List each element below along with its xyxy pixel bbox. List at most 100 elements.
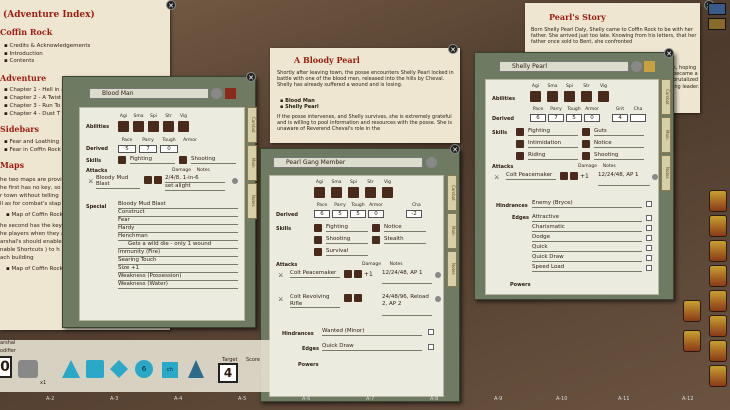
shelly-name-field[interactable]: Shelly Pearl	[499, 61, 629, 72]
skill-die[interactable]	[516, 128, 524, 136]
skill-name[interactable]: Shooting	[326, 236, 368, 244]
skill-name[interactable]: Intimidation	[528, 140, 578, 148]
ability-die[interactable]	[178, 121, 189, 132]
damage-die[interactable]	[344, 294, 352, 302]
damage-die[interactable]	[144, 176, 152, 184]
skill-name[interactable]: Shooting	[594, 152, 644, 160]
portrait-icon[interactable]	[211, 88, 222, 99]
index-item[interactable]: ▪ Chapter 4 - Dust T	[4, 110, 65, 118]
ability-die[interactable]	[547, 91, 558, 102]
ability-die[interactable]	[382, 187, 393, 198]
derived-value[interactable]	[630, 114, 646, 122]
edge-item[interactable]: Quick Draw	[322, 343, 422, 351]
attack-damage[interactable]: 2/4/8, 1-in-6	[165, 175, 225, 183]
special-item[interactable]: Immunity (Fire)	[118, 249, 238, 257]
ability-die[interactable]	[148, 121, 159, 132]
token-icon[interactable]	[644, 61, 655, 72]
tab-combat[interactable]: Combat	[247, 107, 257, 143]
derived-value[interactable]: 0	[160, 145, 178, 153]
skill-name[interactable]: Shooting	[191, 156, 236, 164]
special-item[interactable]: Henchman	[118, 233, 238, 241]
skill-name[interactable]: Guts	[594, 128, 644, 136]
index-item[interactable]: ▪ Chapter 1 - Hell in a	[4, 86, 65, 94]
index-item[interactable]: ▪ Fear in Coffin Rock	[4, 146, 61, 154]
tab-combat[interactable]: Combat	[447, 175, 457, 211]
skill-name[interactable]: Fighting	[528, 128, 578, 136]
special-item[interactable]: Gets a wild die - only 1 wound	[118, 241, 238, 249]
attack-name[interactable]: Colt Peacemaker	[290, 270, 340, 278]
skill-name[interactable]: Survival	[326, 248, 368, 256]
damage-die[interactable]	[354, 294, 362, 302]
edge-checkbox[interactable]	[646, 255, 652, 261]
edge-checkbox[interactable]	[428, 344, 434, 350]
skill-name[interactable]: Stealth	[384, 236, 426, 244]
attack-icon[interactable]: ⚔	[88, 178, 93, 185]
attack-icon[interactable]: ⚔	[278, 296, 283, 303]
skill-die[interactable]	[372, 236, 380, 244]
derived-value[interactable]: 4	[612, 114, 628, 122]
attack-icon[interactable]: ⚔	[278, 272, 283, 279]
damage-modifier[interactable]: +1	[364, 271, 373, 278]
derived-value[interactable]: 0	[584, 114, 600, 122]
skill-name[interactable]: Fighting	[130, 156, 175, 164]
token-icon[interactable]	[709, 215, 727, 237]
d12-die-icon[interactable]: 6	[135, 360, 153, 378]
index-item[interactable]: ▪ Chapter 2 - A Twist	[4, 94, 65, 102]
special-item[interactable]: Weakness (Water)	[118, 281, 238, 289]
tab-main[interactable]: Main	[661, 117, 671, 153]
close-index-button[interactable]: ✕	[166, 0, 176, 10]
ability-die[interactable]	[581, 91, 592, 102]
close-shelly-button[interactable]: ✕	[664, 48, 674, 58]
special-item[interactable]: Fear	[118, 217, 238, 225]
damage-die[interactable]	[344, 270, 352, 278]
damage-modifier[interactable]: +1	[580, 173, 589, 180]
token-icon[interactable]	[709, 340, 727, 362]
token-icon[interactable]	[225, 88, 236, 99]
derived-value[interactable]: 6	[314, 210, 330, 218]
damage-die[interactable]	[560, 172, 568, 180]
edge-checkbox[interactable]	[646, 245, 652, 251]
ability-die[interactable]	[314, 187, 325, 198]
edge-checkbox[interactable]	[646, 235, 652, 241]
derived-value[interactable]: 5	[350, 210, 366, 218]
tab-main[interactable]: Main	[447, 213, 457, 249]
target-value[interactable]: 4	[218, 363, 238, 383]
edge-item[interactable]: Attractive	[532, 214, 642, 222]
link-shelly-pearl[interactable]: ▪ Shelly Pearl	[280, 104, 319, 110]
edge-item[interactable]: Charismatic	[532, 224, 642, 232]
portrait-icon[interactable]	[426, 157, 437, 168]
index-item[interactable]: ▪ Credits & Acknowledgements	[4, 43, 90, 51]
close-gang-button[interactable]: ✕	[450, 144, 460, 154]
token-icon[interactable]	[709, 265, 727, 287]
close-bloody-button[interactable]: ✕	[448, 44, 458, 54]
token-icon[interactable]	[709, 240, 727, 262]
attack-name[interactable]: Colt Peacemaker	[506, 172, 556, 180]
derived-value[interactable]: 0	[368, 210, 384, 218]
hindrance-item[interactable]: Enemy (Bryce)	[532, 200, 642, 208]
hindrance-checkbox[interactable]	[646, 201, 652, 207]
skill-die[interactable]	[314, 248, 322, 256]
attack-icon[interactable]: ⚔	[494, 174, 499, 181]
special-item[interactable]: Construct	[118, 209, 238, 217]
skill-name[interactable]: Notice	[384, 224, 426, 232]
attack-notes[interactable]: set alight	[165, 183, 225, 191]
token-icon[interactable]	[683, 330, 701, 352]
blood-man-name-field[interactable]: Blood Man	[89, 88, 209, 99]
token-icon[interactable]	[709, 190, 727, 212]
skill-name[interactable]: Fighting	[326, 224, 368, 232]
tab-main[interactable]: Main	[247, 145, 257, 181]
damage-die[interactable]	[570, 172, 578, 180]
modifier-value[interactable]: 0	[0, 356, 12, 378]
index-item[interactable]: ▪ Chapter 3 - Run To	[4, 102, 65, 110]
attack-notes[interactable]: 12/24/48, AP 1	[382, 270, 432, 284]
edge-checkbox[interactable]	[646, 215, 652, 221]
special-item[interactable]: Bloody Mud Blast	[118, 201, 238, 209]
attack-name[interactable]: Colt Revolving Rifle	[290, 294, 340, 308]
toolbar-button[interactable]	[708, 3, 726, 15]
menu-dot-icon[interactable]	[652, 174, 658, 180]
tab-combat[interactable]: Combat	[661, 79, 671, 115]
menu-dot-icon[interactable]	[435, 296, 441, 302]
edge-item[interactable]: Quick Draw	[532, 254, 642, 262]
index-item[interactable]: ▪ Fear and Loathing	[4, 138, 61, 146]
hindrance-item[interactable]: Wanted (Minor)	[322, 328, 422, 336]
